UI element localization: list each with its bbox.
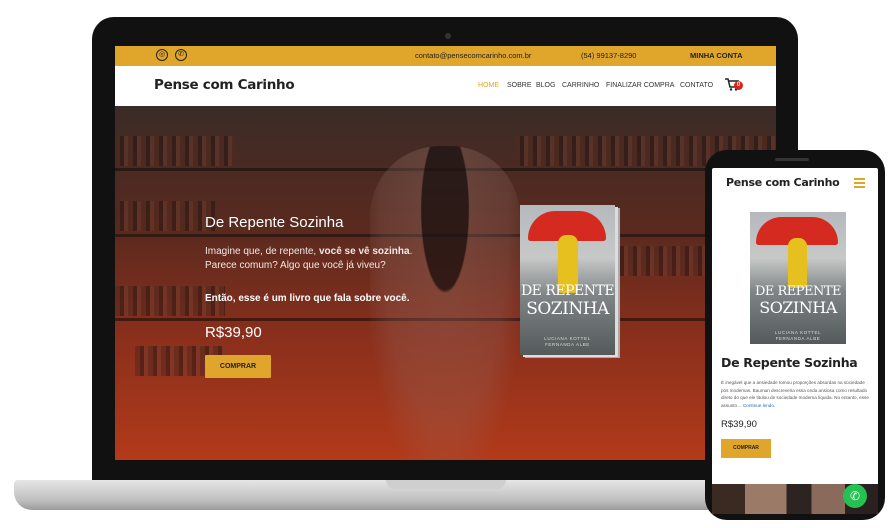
hero-line-1: Imagine que, de repente, você se vê sozi… [205,245,412,259]
mobile-product-price: R$39,90 [721,419,757,430]
contact-email[interactable]: contato@pensecomcarinho.com.br [415,51,531,60]
mobile-book-cover-author-2: FERNANDA ALBE [775,336,821,341]
mobile-book-cover-title: DE REPENTE SOZINHA [750,284,846,317]
mobile-book-cover-title-1: DE REPENTE [754,284,842,299]
mobile-site-logo[interactable]: Pense com Carinho [726,176,840,189]
hamburger-menu-icon[interactable] [854,178,865,188]
whatsapp-icon[interactable]: ✆ [175,49,187,61]
book-cover-author-2: FERNANDA ALBE [545,342,590,347]
top-bar: ◎ ✆ contato@pensecomcarinho.com.br (54) … [115,46,776,66]
laptop-screen: ◎ ✆ contato@pensecomcarinho.com.br (54) … [115,46,776,460]
book-cover[interactable]: DE REPENTE SOZINHA LUCIANA KOTTEL FERNANDA… [520,205,615,355]
hero-title: De Repente Sozinha [205,214,344,231]
contact-phone[interactable]: (54) 99137-8290 [581,51,636,60]
navbar: Pense com Carinho HOME SOBRE BLOG CARRIN… [115,66,776,106]
phone-speaker [775,158,809,161]
hero-line-1-text: Imagine que, de repente, [205,246,319,257]
bookshelf [115,201,215,231]
mobile-product-title[interactable]: De Repente Sozinha [721,355,858,370]
my-account-link[interactable]: MINHA CONTA [690,51,743,60]
nav-home[interactable]: HOME [478,82,499,89]
mobile-book-cover-authors: LUCIANA KOTTEL FERNANDA ALBE [750,330,846,342]
mobile-buy-button[interactable]: COMPRAR [721,439,771,458]
phone-screen: Pense com Carinho DE REPENTE SOZINHA LUCI… [712,168,878,514]
mobile-book-cover-title-2: SOZINHA [759,298,837,317]
hero-price: R$39,90 [205,324,262,341]
laptop-notch [386,480,506,489]
bookshelf [115,136,235,166]
whatsapp-icon[interactable]: ✆ [843,484,867,508]
book-cover-title: DE REPENTE SOZINHA [520,283,615,319]
site-logo[interactable]: Pense com Carinho [154,77,295,93]
nav-blog[interactable]: BLOG [536,82,555,89]
book-cover-title-1: DE REPENTE [520,283,615,299]
nav-sobre[interactable]: SOBRE [507,82,532,89]
hero-line-2: Parece comum? Algo que você já viveu? [205,260,386,271]
woman-illustration [788,238,807,288]
continue-reading-link[interactable]: Continue lendo. [743,403,775,408]
nav-carrinho[interactable]: CARRINHO [562,82,599,89]
hero-banner: De Repente Sozinha Imagine que, de repen… [115,106,776,460]
laptop-camera [445,33,451,39]
mobile-book-cover[interactable]: DE REPENTE SOZINHA LUCIANA KOTTEL FERNANDA… [750,212,846,344]
cart-count-badge: 0 [734,81,743,90]
mobile-product-description: É inegável que a ansiedade tomou proporç… [721,379,873,409]
nav-finalizar-compra[interactable]: FINALIZAR COMPRA [606,82,674,89]
hero-line-3: Então, esse é um livro que fala sobre vo… [205,293,410,304]
hero-line-1-bold: você se vê sozinha [318,246,410,257]
book-cover-title-2: SOZINHA [526,299,609,319]
hero-line-1-end: . [409,246,413,257]
instagram-icon[interactable]: ◎ [156,49,168,61]
nav-contato[interactable]: CONTATO [680,82,713,89]
buy-button[interactable]: COMPRAR [205,355,271,378]
book-cover-authors: LUCIANA KOTTEL FERNANDA ALBE [520,336,615,348]
